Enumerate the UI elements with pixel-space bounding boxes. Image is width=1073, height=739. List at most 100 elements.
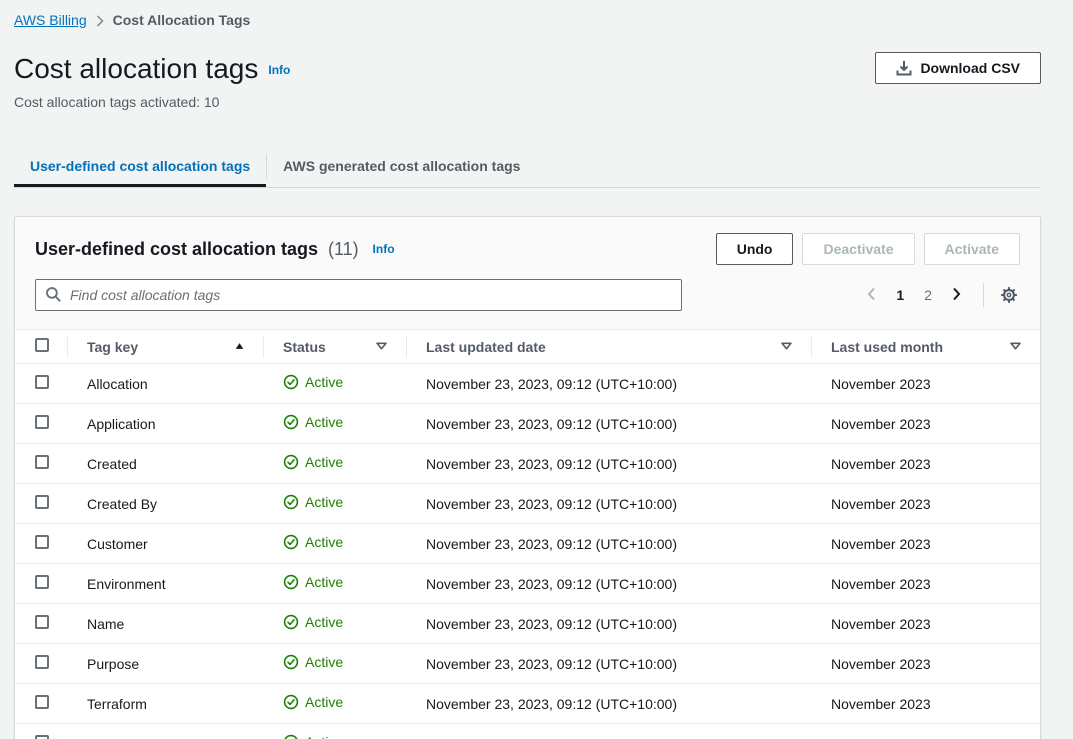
status-cell: Active [263, 724, 406, 739]
last-updated-value: November 23, 2023, 09:12 (UTC+10:00) [426, 456, 677, 472]
last-used-cell: November 2023 [811, 564, 1040, 604]
tag-key-cell: Name [67, 604, 263, 644]
last-used-cell: November 2023 [811, 684, 1040, 724]
status-label: Active [305, 694, 343, 710]
user-defined-tags-panel: User-defined cost allocation tags (11) I… [14, 216, 1041, 739]
last-used-cell: November 2023 [811, 524, 1040, 564]
active-status-icon [283, 414, 299, 430]
row-checkbox[interactable] [35, 415, 49, 429]
page-number-1[interactable]: 1 [888, 283, 912, 307]
row-checkbox-cell [15, 364, 67, 404]
row-checkbox-cell [15, 444, 67, 484]
panel-title-group: User-defined cost allocation tags (11) I… [35, 239, 395, 260]
panel-header: User-defined cost allocation tags (11) I… [15, 217, 1040, 330]
status-label: Active [305, 534, 343, 550]
tab-user-defined-tags[interactable]: User-defined cost allocation tags [14, 144, 266, 187]
last-used-cell: November 2023 [811, 644, 1040, 684]
last-updated-cell: November 23, 2023, 09:12 (UTC+10:00) [406, 484, 811, 524]
table-row: Application Active November 23, 2023, 09… [15, 404, 1040, 444]
download-csv-button[interactable]: Download CSV [875, 52, 1041, 84]
column-label-status: Status [283, 339, 326, 355]
last-updated-value: November 23, 2023, 09:12 (UTC+10:00) [426, 656, 677, 672]
active-status-icon [283, 614, 299, 630]
title-info-link[interactable]: Info [268, 63, 290, 77]
row-checkbox[interactable] [35, 655, 49, 669]
column-header-status[interactable]: Status [263, 330, 406, 364]
active-status-icon [283, 734, 299, 739]
cost-allocation-tags-table: Tag key Status [15, 330, 1040, 739]
page-title: Cost allocation tagsInfo [14, 52, 290, 87]
sort-ascending-icon [234, 341, 245, 352]
select-all-checkbox[interactable] [35, 338, 49, 352]
row-checkbox[interactable] [35, 455, 49, 469]
row-checkbox[interactable] [35, 575, 49, 589]
chevron-left-icon [867, 287, 876, 304]
next-page-button[interactable] [944, 283, 969, 308]
last-used-cell: October 2023 [811, 724, 1040, 739]
table-row: Terraform Active November 23, 2023, 09:1… [15, 684, 1040, 724]
search-input[interactable] [35, 279, 682, 311]
tag-key-cell: Terraform [67, 684, 263, 724]
table-row: Created By Active November 23, 2023, 09:… [15, 484, 1040, 524]
panel-count: (11) [328, 239, 359, 259]
last-updated-value: November 23, 2023, 09:12 (UTC+10:00) [426, 576, 677, 592]
tag-key-value: Allocation [87, 376, 148, 392]
tab-bar: User-defined cost allocation tags AWS ge… [14, 144, 1041, 188]
activate-button[interactable]: Activate [924, 233, 1020, 265]
row-checkbox[interactable] [35, 495, 49, 509]
row-checkbox[interactable] [35, 735, 49, 739]
last-updated-filter-icon[interactable] [780, 340, 793, 353]
tag-key-value: Created By [87, 496, 157, 512]
column-header-last-used[interactable]: Last used month [811, 330, 1040, 364]
panel-actions: Undo Deactivate Activate [716, 233, 1020, 265]
last-updated-value: November 23, 2023, 09:12 (UTC+10:00) [426, 496, 677, 512]
page-number-2[interactable]: 2 [916, 283, 940, 307]
status-cell: Active [263, 444, 406, 484]
last-updated-cell: November 23, 2023, 09:12 (UTC+10:00) [406, 404, 811, 444]
column-label-last-used: Last used month [831, 339, 943, 355]
undo-button[interactable]: Undo [716, 233, 794, 265]
last-used-value: October 2023 [831, 736, 916, 739]
download-csv-label: Download CSV [920, 60, 1020, 76]
chevron-right-icon [952, 287, 961, 304]
last-used-filter-icon[interactable] [1009, 340, 1022, 353]
last-updated-value: November 23, 2023, 09:12 (UTC+10:00) [426, 536, 677, 552]
status-label: Active [305, 654, 343, 670]
last-used-value: November 2023 [831, 616, 931, 632]
row-checkbox[interactable] [35, 615, 49, 629]
tag-key-cell: Allocation [67, 364, 263, 404]
column-header-last-updated[interactable]: Last updated date [406, 330, 811, 364]
status-filter-icon[interactable] [375, 340, 388, 353]
status-cell: Active [263, 604, 406, 644]
last-updated-value: November 23, 2023, 09:12 (UTC+10:00) [426, 376, 677, 392]
row-checkbox[interactable] [35, 375, 49, 389]
tab-aws-generated-tags[interactable]: AWS generated cost allocation tags [267, 144, 536, 187]
row-checkbox[interactable] [35, 535, 49, 549]
activated-count-text: Cost allocation tags activated: 10 [14, 94, 290, 110]
last-updated-cell: November 23, 2023, 09:12 (UTC+10:00) [406, 524, 811, 564]
row-checkbox-cell [15, 484, 67, 524]
status-cell: Active [263, 644, 406, 684]
last-updated-value: November 23, 2023, 09:12 (UTC+10:00) [426, 736, 677, 739]
table-row: Allocation Active November 23, 2023, 09:… [15, 364, 1040, 404]
table-row: Customer Active November 23, 2023, 09:12… [15, 524, 1040, 564]
row-checkbox-cell [15, 524, 67, 564]
breadcrumb-link-aws-billing[interactable]: AWS Billing [14, 12, 87, 28]
column-header-tag-key[interactable]: Tag key [67, 330, 263, 364]
search-icon [45, 286, 62, 306]
panel-info-link[interactable]: Info [373, 242, 395, 256]
previous-page-button[interactable] [859, 283, 884, 308]
row-checkbox[interactable] [35, 695, 49, 709]
deactivate-button[interactable]: Deactivate [802, 233, 914, 265]
row-checkbox-cell [15, 404, 67, 444]
last-used-value: November 2023 [831, 576, 931, 592]
last-used-value: November 2023 [831, 696, 931, 712]
download-icon [896, 60, 912, 76]
tag-key-cell: user:Application [67, 724, 263, 739]
status-label: Active [305, 374, 343, 390]
settings-gear-icon[interactable] [998, 284, 1020, 306]
breadcrumb-current: Cost Allocation Tags [113, 12, 251, 28]
table-row: Name Active November 23, 2023, 09:12 (UT… [15, 604, 1040, 644]
select-all-header [15, 330, 67, 364]
table-body: Allocation Active November 23, 2023, 09:… [15, 364, 1040, 739]
